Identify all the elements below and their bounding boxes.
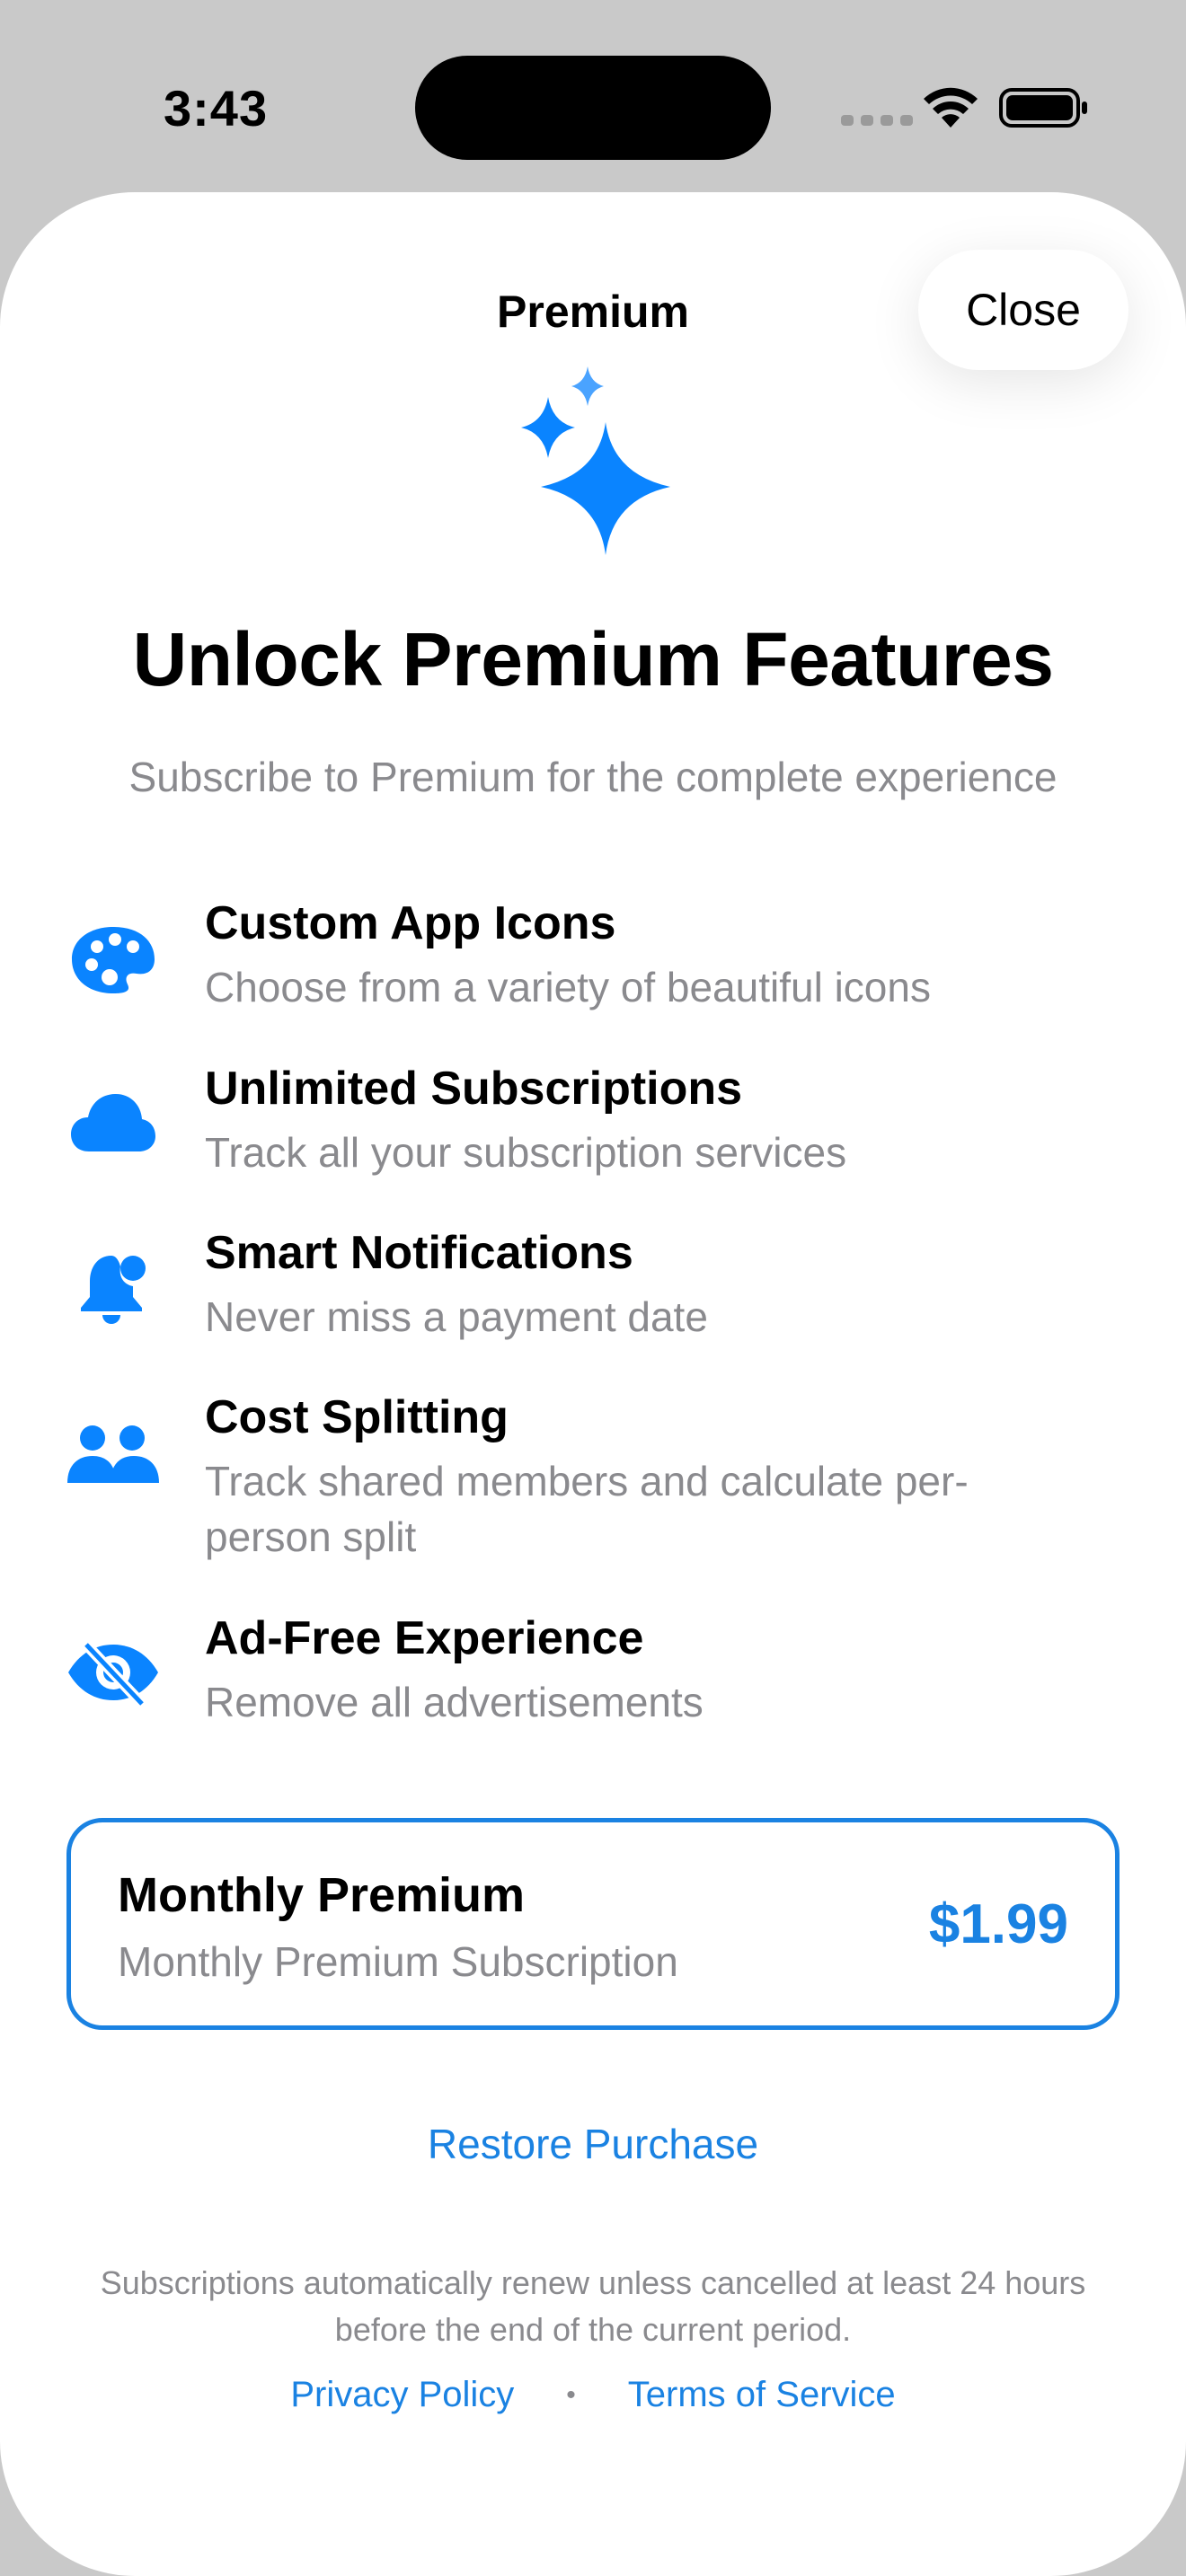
legal-text: Subscriptions automatically renew unless… <box>100 2264 1086 2348</box>
feature-description: Never miss a payment date <box>205 1293 708 1340</box>
terms-of-service-link[interactable]: Terms of Service <box>628 2375 896 2415</box>
wifi-icon <box>924 87 978 128</box>
people-icon <box>63 1405 164 1505</box>
subheadline: Subscribe to Premium for the complete ex… <box>128 754 1058 800</box>
plan-description: Monthly Premium Subscription <box>118 1938 678 1985</box>
close-button[interactable]: Close <box>918 250 1128 370</box>
feature-title: Custom App Icons <box>205 897 616 949</box>
cellular-signal-icon <box>841 115 913 126</box>
feature-description: Track all your subscription services <box>205 1129 847 1176</box>
feature-description: Choose from a variety of beautiful icons <box>205 964 931 1010</box>
feature-title: Cost Splitting <box>205 1391 509 1443</box>
plan-name: Monthly Premium <box>118 1868 526 1922</box>
monthly-plan-card[interactable]: Monthly Premium Monthly Premium Subscrip… <box>66 1818 1120 2030</box>
link-separator: • <box>566 2379 576 2410</box>
feature-title: Unlimited Subscriptions <box>205 1063 743 1115</box>
sparkles-icon <box>521 366 670 555</box>
feature-title: Smart Notifications <box>205 1227 633 1279</box>
headline: Unlock Premium Features <box>132 617 1054 701</box>
restore-purchase-button[interactable]: Restore Purchase <box>0 2120 1186 2168</box>
battery-icon <box>999 88 1087 128</box>
bell-badge-icon <box>63 1239 164 1339</box>
feature-description: Remove all advertisements <box>205 1679 704 1725</box>
palette-icon <box>63 909 164 1010</box>
feature-title: Ad-Free Experience <box>205 1612 644 1664</box>
eye-slash-icon <box>63 1622 164 1723</box>
legal-links: Privacy Policy • Terms of Service <box>0 2375 1186 2415</box>
dynamic-island <box>415 56 771 160</box>
status-time: 3:43 <box>164 80 269 137</box>
plan-price: $1.99 <box>928 1893 1068 1955</box>
cloud-icon <box>63 1072 164 1173</box>
privacy-policy-link[interactable]: Privacy Policy <box>290 2375 514 2415</box>
feature-description: Track shared members and calculate per-p… <box>205 1458 969 1560</box>
